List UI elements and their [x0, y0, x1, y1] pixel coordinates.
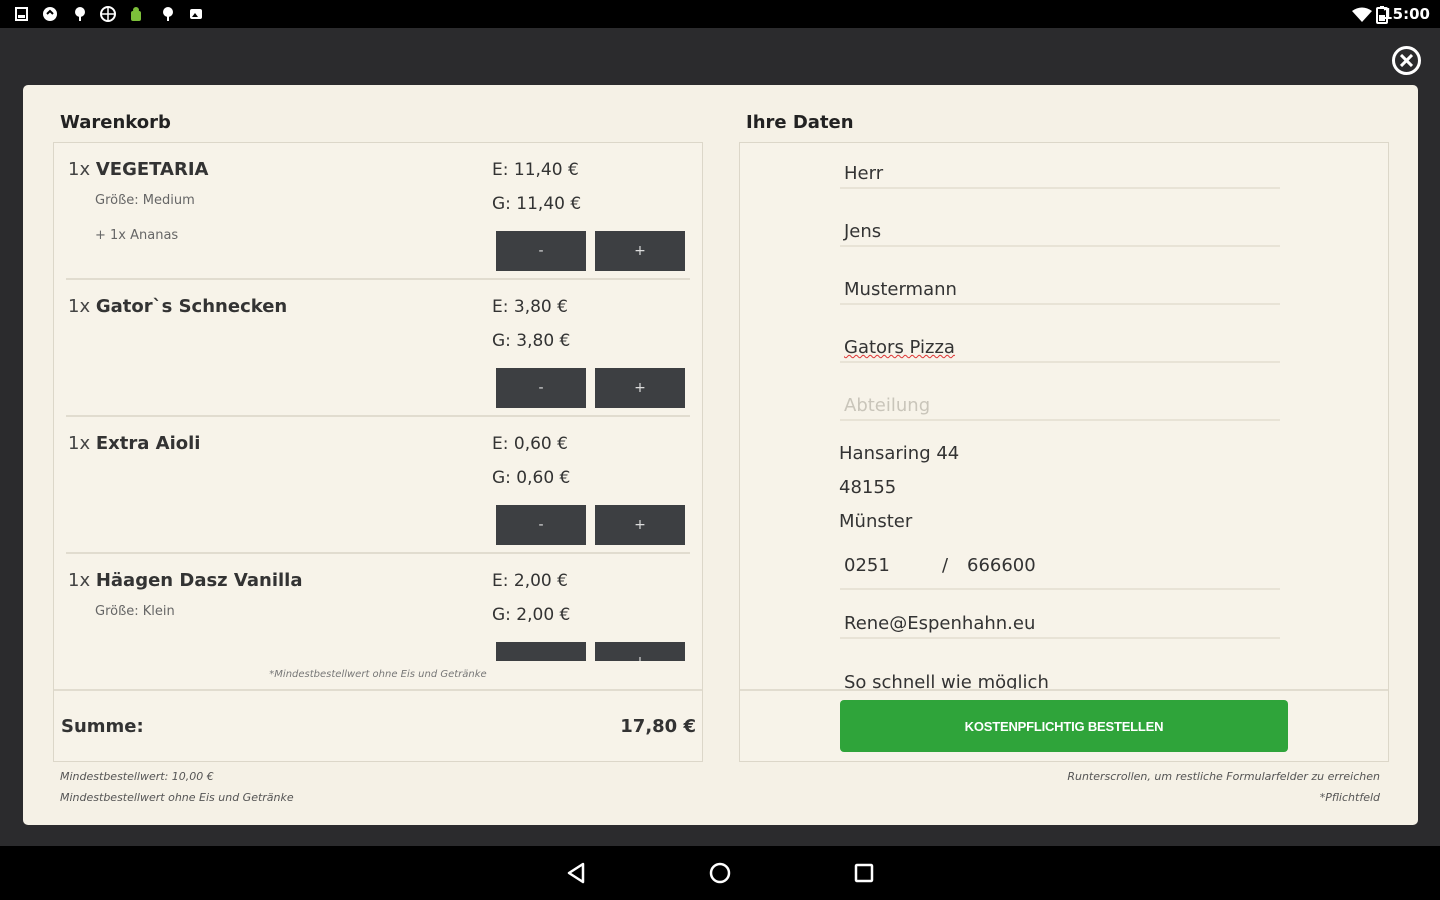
item-name: 1x Häagen Dasz Vanilla — [68, 570, 302, 591]
item-price-total: G: 11,40 € — [492, 194, 582, 214]
sync-icon — [43, 7, 57, 21]
min-order-note: *Mindestbestellwert ohne Eis und Getränk… — [269, 669, 487, 680]
item-quantity: 1x — [68, 570, 91, 591]
increase-quantity-button[interactable]: + — [595, 642, 685, 661]
first-name-field[interactable]: Jens — [840, 201, 1280, 247]
close-icon — [1400, 54, 1413, 67]
item-quantity: 1x — [68, 296, 91, 317]
phone-prefix-field[interactable]: 0251 — [844, 555, 890, 576]
close-button[interactable] — [1392, 46, 1421, 75]
photos-icon — [190, 9, 202, 19]
item-name: 1x Extra Aioli — [68, 433, 200, 454]
customer-data-title: Ihre Daten — [746, 112, 854, 133]
delivery-time-select[interactable]: So schnell wie möglich — [844, 672, 1049, 689]
decrease-quantity-button[interactable]: - — [496, 505, 586, 545]
decrease-quantity-button[interactable]: - — [496, 368, 586, 408]
place-order-button[interactable]: KOSTENPFLICHTIG BESTELLEN — [840, 700, 1288, 752]
cart-item: 1x Häagen Dasz Vanilla Größe: Klein E: 2… — [66, 554, 690, 661]
cart-title: Warenkorb — [60, 112, 171, 133]
item-quantity: 1x — [68, 159, 91, 180]
wifi-icon — [1352, 7, 1372, 22]
home-icon[interactable] — [707, 860, 733, 886]
item-option: Größe: Medium — [95, 193, 195, 208]
city-value: Münster — [839, 511, 913, 532]
status-bar: 15:00 — [0, 0, 1440, 28]
item-price-single: E: 11,40 € — [492, 160, 579, 180]
sum-value: 17,80 € — [620, 716, 696, 737]
item-name: 1x VEGETARIA — [68, 159, 208, 180]
footer-min-order: Mindestbestellwert: 10,00 € — [60, 770, 214, 783]
customer-data-panel: Herr Jens Mustermann Gators Pizza Abteil… — [739, 142, 1389, 762]
item-price-single: E: 2,00 € — [492, 571, 568, 591]
android-icon — [131, 7, 141, 21]
item-name: 1x Gator`s Schnecken — [68, 296, 287, 317]
item-price-total: G: 2,00 € — [492, 605, 571, 625]
screenshot-icon — [15, 7, 28, 21]
email-field[interactable]: Rene@Espenhahn.eu — [840, 593, 1280, 639]
recent-apps-icon[interactable] — [851, 860, 877, 886]
cart-list[interactable]: 1x VEGETARIA Größe: Medium + 1x Ananas E… — [54, 143, 702, 661]
item-quantity: 1x — [68, 433, 91, 454]
location-pin-icon — [75, 7, 85, 21]
item-price-total: G: 0,60 € — [492, 468, 571, 488]
cart-panel: 1x VEGETARIA Größe: Medium + 1x Ananas E… — [53, 142, 703, 762]
last-name-field[interactable]: Mustermann — [840, 259, 1280, 305]
item-option: Größe: Klein — [95, 604, 175, 619]
delivery-time-clip: So schnell wie möglich — [840, 655, 1280, 689]
phone-separator: / — [942, 555, 949, 576]
sum-label: Summe: — [61, 716, 144, 737]
street-value: Hansaring 44 — [839, 443, 960, 464]
item-price-total: G: 3,80 € — [492, 331, 571, 351]
zip-value: 48155 — [839, 477, 897, 498]
increase-quantity-button[interactable]: + — [595, 231, 685, 271]
order-dialog: Warenkorb Ihre Daten 1x VEGETARIA Größe:… — [23, 85, 1418, 825]
item-price-single: E: 0,60 € — [492, 434, 568, 454]
footer-scroll-hint: Runterscrollen, um restliche Formularfel… — [1067, 770, 1380, 783]
department-field[interactable]: Abteilung — [840, 375, 1280, 421]
globe-icon — [100, 6, 116, 22]
divider — [740, 689, 1388, 691]
item-extra: + 1x Ananas — [95, 228, 179, 243]
item-price-single: E: 3,80 € — [492, 297, 568, 317]
company-field[interactable]: Gators Pizza — [840, 317, 1280, 363]
clock: 15:00 — [1382, 5, 1430, 23]
divider — [54, 689, 702, 691]
back-icon[interactable] — [563, 860, 589, 886]
item-title: Extra Aioli — [95, 433, 201, 454]
item-title: VEGETARIA — [95, 159, 209, 180]
decrease-quantity-button[interactable]: - — [496, 642, 586, 661]
footer-required-note: *Pflichtfeld — [1319, 791, 1380, 804]
navigation-bar — [0, 846, 1440, 900]
phone-number-field[interactable]: 666600 — [967, 555, 1036, 576]
footer-min-order-note: Mindestbestellwert ohne Eis und Getränke — [60, 791, 294, 804]
increase-quantity-button[interactable]: + — [595, 368, 685, 408]
location-pin-icon — [163, 7, 173, 21]
phone-underline — [840, 588, 1280, 590]
decrease-quantity-button[interactable]: - — [496, 231, 586, 271]
item-title: Häagen Dasz Vanilla — [95, 570, 303, 591]
cart-item: 1x VEGETARIA Größe: Medium + 1x Ananas E… — [66, 143, 690, 280]
cart-item: 1x Gator`s Schnecken E: 3,80 € G: 3,80 €… — [66, 280, 690, 417]
cart-item: 1x Extra Aioli E: 0,60 € G: 0,60 € - + — [66, 417, 690, 554]
item-title: Gator`s Schnecken — [95, 296, 288, 317]
increase-quantity-button[interactable]: + — [595, 505, 685, 545]
salutation-select[interactable]: Herr — [840, 143, 1280, 189]
company-value: Gators Pizza — [844, 337, 955, 358]
